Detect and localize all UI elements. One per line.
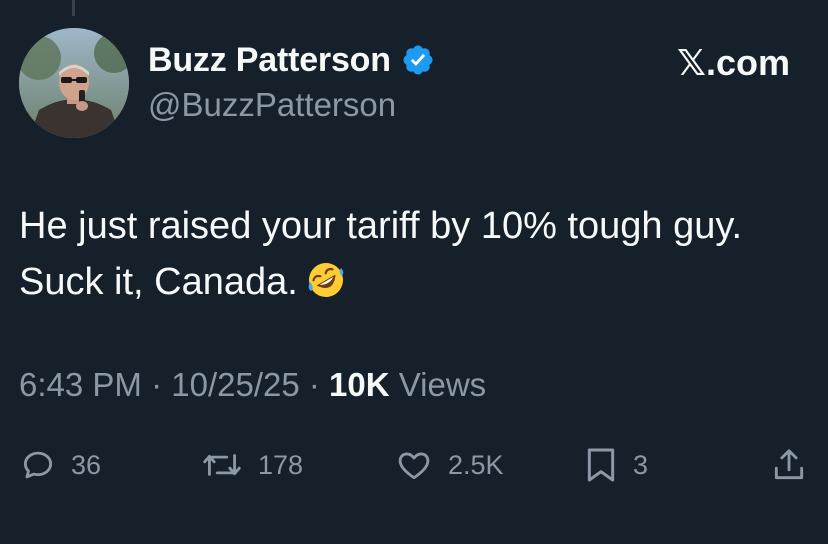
tweet-text: He just raised your tariff by 10% tough …: [19, 198, 809, 310]
tweet-body: He just raised your tariff by 10% tough …: [19, 205, 743, 303]
repost-count: 178: [258, 449, 304, 480]
meta-separator: ·: [141, 366, 172, 403]
views-label: Views: [398, 366, 487, 403]
bookmark-icon: [587, 448, 615, 482]
brand-logo: 𝕏.com: [676, 42, 790, 83]
repost-icon: [203, 454, 241, 476]
like-count: 2.5K: [448, 449, 504, 480]
tweet-time[interactable]: 6:43 PM: [19, 366, 142, 403]
reply-count: 36: [71, 449, 102, 480]
reply-button[interactable]: 36: [19, 440, 101, 490]
repost-button[interactable]: 178: [200, 440, 303, 490]
author-name-row: Buzz Patterson: [148, 40, 435, 80]
verified-badge-icon: [403, 45, 433, 75]
views-count: 10K: [329, 366, 390, 403]
meta-separator: ·: [299, 366, 330, 403]
like-button[interactable]: 2.5K: [394, 440, 504, 490]
avatar-photo: [19, 28, 129, 138]
avatar[interactable]: [19, 28, 129, 138]
reply-icon: [23, 451, 53, 479]
rolling-on-floor-laughing-emoji: [308, 263, 344, 297]
share-button[interactable]: [770, 440, 808, 490]
heart-icon: [398, 452, 430, 480]
tweet-metadata: 6:43 PM · 10/25/25 · 10K Views: [19, 366, 486, 404]
action-bar: 36 178 2.5K 3: [0, 440, 828, 490]
share-icon: [774, 449, 804, 480]
bookmark-count: 3: [633, 449, 649, 480]
tweet-date[interactable]: 10/25/25: [171, 366, 299, 403]
bookmark-button[interactable]: 3: [583, 440, 648, 490]
author-display-name[interactable]: Buzz Patterson: [148, 41, 391, 80]
author-handle[interactable]: @BuzzPatterson: [148, 86, 396, 124]
thread-connector-line: [72, 0, 75, 16]
